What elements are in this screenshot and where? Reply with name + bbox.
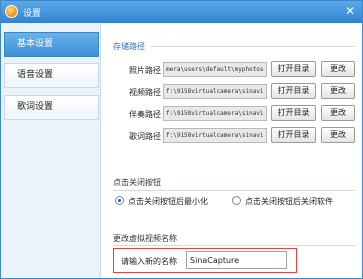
lyrics-path-field[interactable]: f:\9158virtualcamera\sinavi: [163, 128, 267, 143]
video-path-label: 视频路径: [129, 88, 161, 97]
video-change-button[interactable]: 更改: [321, 83, 355, 99]
sidebar: 基本设置 语音设置 歌词设置: [1, 23, 101, 278]
photo-open-folder-button[interactable]: 打开目录: [271, 61, 316, 77]
accompaniment-path-field[interactable]: f:\9158virtualcamera\sinavi: [163, 106, 267, 121]
lyrics-path-label: 歌词路径: [129, 132, 161, 141]
close-behavior-divider: [113, 190, 355, 191]
title-bar: 设置 ✕: [1, 1, 362, 23]
minimize-radio-label[interactable]: 点击关闭按钮后最小化: [128, 196, 208, 207]
sidebar-item-lyrics[interactable]: 歌词设置: [4, 95, 99, 120]
minimize-radio[interactable]: [115, 196, 124, 205]
exit-radio-label[interactable]: 点击关闭按钮后关闭软件: [245, 196, 333, 207]
rename-section-title: 更改虚拟视频名称: [113, 234, 177, 243]
rename-label: 请输入新的名称: [121, 257, 177, 266]
window-title: 设置: [23, 9, 42, 19]
storage-section-title: 存储路径: [113, 42, 145, 51]
app-logo-icon: [5, 5, 18, 18]
accompaniment-path-label: 伴奏路径: [129, 110, 161, 119]
accompaniment-change-button[interactable]: 更改: [321, 105, 355, 121]
lyrics-change-button[interactable]: 更改: [321, 127, 355, 143]
accompaniment-open-folder-button[interactable]: 打开目录: [271, 105, 316, 121]
lyrics-open-folder-button[interactable]: 打开目录: [271, 127, 316, 143]
photo-path-label: 照片路径: [129, 66, 161, 75]
sidebar-item-voice[interactable]: 语音设置: [4, 63, 99, 88]
virtual-video-name-input[interactable]: [186, 251, 287, 269]
storage-divider: [151, 46, 355, 47]
sidebar-item-basic[interactable]: 基本设置: [4, 32, 99, 57]
photo-path-field[interactable]: mera\users\default\myphotos: [163, 62, 267, 77]
exit-radio[interactable]: [232, 196, 241, 205]
close-button[interactable]: ✕: [342, 4, 358, 19]
video-path-field[interactable]: f:\9158virtualcamera\sinavi: [163, 84, 267, 99]
close-behavior-section-title: 点击关闭按钮: [113, 178, 161, 187]
video-open-folder-button[interactable]: 打开目录: [271, 83, 316, 99]
settings-window: 设置 ✕ 基本设置 语音设置 歌词设置 存储路径 照片路径 mera\users…: [0, 0, 363, 279]
rename-divider: [113, 245, 355, 246]
photo-change-button[interactable]: 更改: [321, 61, 355, 77]
